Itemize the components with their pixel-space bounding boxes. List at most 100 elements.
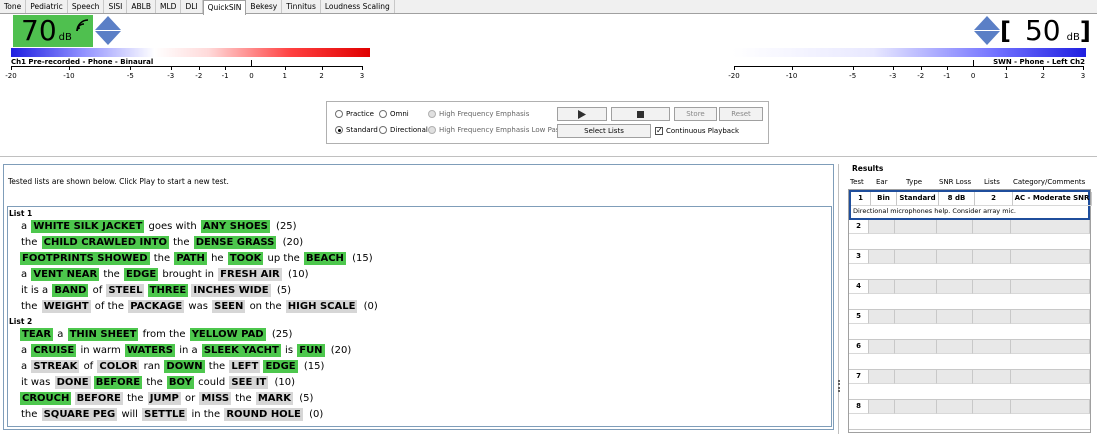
keyword[interactable]: EDGE xyxy=(263,360,298,373)
practice-radio[interactable]: Practice xyxy=(335,110,374,118)
stop-button[interactable] xyxy=(611,107,670,121)
keyword[interactable]: MISS xyxy=(199,392,232,405)
results-row[interactable]: 4 xyxy=(849,280,1090,310)
keyword[interactable]: SETTLE xyxy=(142,408,188,421)
sentence-lists[interactable]: List 1a WHITE SILK JACKET goes with ANY … xyxy=(7,206,832,427)
sentence-row[interactable]: FOOTPRINTS SHOWED the PATH he TOOK up th… xyxy=(8,251,831,267)
sentence-row[interactable]: CROUCH BEFORE the JUMP or MISS the MARK … xyxy=(8,391,831,407)
keyword[interactable]: WEIGHT xyxy=(41,300,91,313)
tab-ablb[interactable]: ABLB xyxy=(127,0,157,13)
tab-tone[interactable]: Tone xyxy=(0,0,27,13)
directional-radio[interactable]: Directional xyxy=(379,126,428,134)
results-row[interactable]: 8 xyxy=(849,400,1090,430)
keyword[interactable]: DENSE GRASS xyxy=(193,236,277,249)
results-row[interactable]: 7 xyxy=(849,370,1090,400)
sentence-row[interactable]: a CRUISE in warm WATERS in a SLEEK YACHT… xyxy=(8,343,831,359)
results-row[interactable]: 3 xyxy=(849,250,1090,280)
keyword[interactable]: HIGH SCALE xyxy=(285,300,358,313)
store-button[interactable]: Store xyxy=(674,107,717,121)
omni-radio[interactable]: Omni xyxy=(379,110,409,118)
keyword[interactable]: BEFORE xyxy=(93,376,143,389)
keyword[interactable]: TOOK xyxy=(227,252,264,265)
keyword[interactable]: CROUCH xyxy=(20,392,72,405)
keyword[interactable]: FUN xyxy=(297,344,325,357)
left-level-bar[interactable] xyxy=(11,48,370,57)
splitter-grip-icon[interactable] xyxy=(838,380,841,392)
tab-pediatric[interactable]: Pediatric xyxy=(26,0,68,13)
hfe-radio[interactable]: High Frequency Emphasis xyxy=(428,110,529,118)
keyword[interactable]: STREAK xyxy=(31,360,80,373)
keyword[interactable]: SLEEK YACHT xyxy=(201,344,281,357)
sentence-row[interactable]: it is a BAND of STEEL THREE INCHES WIDE … xyxy=(8,283,831,299)
tab-bekesy[interactable]: Bekesy xyxy=(246,0,283,13)
keyword[interactable]: FOOTPRINTS SHOWED xyxy=(20,252,150,265)
sentence-row[interactable]: TEAR a THIN SHEET from the YELLOW PAD (2… xyxy=(8,327,831,343)
results-row[interactable]: 6 xyxy=(849,340,1090,370)
keyword[interactable]: BEACH xyxy=(304,252,346,265)
sentence-row[interactable]: a VENT NEAR the EDGE brought in FRESH AI… xyxy=(8,267,831,283)
keyword[interactable]: THIN SHEET xyxy=(67,328,139,341)
keyword[interactable]: SEE IT xyxy=(229,376,269,389)
keyword[interactable]: DOWN xyxy=(164,360,205,373)
tab-sisi[interactable]: SISI xyxy=(104,0,128,13)
sentence-word: was xyxy=(188,301,208,312)
left-level-down-icon[interactable] xyxy=(95,31,121,45)
standard-radio[interactable]: Standard xyxy=(335,126,378,134)
vertical-splitter[interactable] xyxy=(838,164,841,434)
sentence-row[interactable]: it was DONE BEFORE the BOY could SEE IT … xyxy=(8,375,831,391)
keyword[interactable]: STEEL xyxy=(106,284,145,297)
keyword[interactable]: CRUISE xyxy=(31,344,77,357)
keyword[interactable]: BOY xyxy=(166,376,194,389)
right-level-bar[interactable] xyxy=(732,48,1086,57)
keyword[interactable]: VENT NEAR xyxy=(31,268,100,281)
keyword[interactable]: COLOR xyxy=(97,360,140,373)
tab-mld[interactable]: MLD xyxy=(156,0,182,13)
continuous-playback-checkbox[interactable]: ✓ Continuous Playback xyxy=(655,127,739,135)
results-cell-ear xyxy=(869,220,895,234)
keyword[interactable]: LEFT xyxy=(229,360,261,373)
sentence-row[interactable]: a STREAK of COLOR ran DOWN the LEFT EDGE… xyxy=(8,359,831,375)
keyword[interactable]: CHILD CRAWLED INTO xyxy=(41,236,169,249)
right-level-up-icon[interactable] xyxy=(974,16,1000,30)
tab-quicksin[interactable]: QuickSIN xyxy=(202,0,247,15)
keyword[interactable]: THREE xyxy=(147,284,189,297)
keyword[interactable]: YELLOW PAD xyxy=(189,328,266,341)
keyword[interactable]: ROUND HOLE xyxy=(224,408,303,421)
scale-tick xyxy=(68,66,70,70)
tab-tinnitus[interactable]: Tinnitus xyxy=(282,0,321,13)
hfe-lowpass-radio[interactable]: High Frequency Emphasis Low Pass xyxy=(428,126,563,134)
keyword[interactable]: TEAR xyxy=(20,328,54,341)
keyword[interactable]: PACKAGE xyxy=(128,300,185,313)
reset-button[interactable]: Reset xyxy=(719,107,763,121)
sentence-row[interactable]: a WHITE SILK JACKET goes with ANY SHOES … xyxy=(8,219,831,235)
keyword[interactable]: SQUARE PEG xyxy=(41,408,118,421)
tab-loudness-scaling[interactable]: Loudness Scaling xyxy=(321,0,395,13)
tab-dli[interactable]: DLI xyxy=(181,0,203,13)
sentence-row[interactable]: the SQUARE PEG will SETTLE in the ROUND … xyxy=(8,407,831,423)
keyword[interactable]: WHITE SILK JACKET xyxy=(31,220,145,233)
results-table[interactable]: 1 Bin Standard 8 dB 2 AC - Moderate SNR Direct… xyxy=(848,189,1092,433)
keyword[interactable]: EDGE xyxy=(124,268,159,281)
keyword[interactable]: WATERS xyxy=(124,344,176,357)
keyword[interactable]: BAND xyxy=(52,284,89,297)
keyword[interactable]: INCHES WIDE xyxy=(191,284,271,297)
tab-speech[interactable]: Speech xyxy=(68,0,105,13)
results-row[interactable]: 2 xyxy=(849,220,1090,250)
sentence-row[interactable]: the WEIGHT of the PACKAGE was SEEN on th… xyxy=(8,299,831,315)
keyword[interactable]: PATH xyxy=(174,252,207,265)
keyword[interactable]: MARK xyxy=(255,392,293,405)
left-level-up-icon[interactable] xyxy=(95,16,121,30)
sentence-word: the xyxy=(21,237,38,248)
play-button[interactable] xyxy=(557,107,607,121)
keyword[interactable]: ANY SHOES xyxy=(200,220,270,233)
keyword[interactable]: BEFORE xyxy=(74,392,123,405)
keyword[interactable]: FRESH AIR xyxy=(218,268,282,281)
sentence-row[interactable]: the CHILD CRAWLED INTO the DENSE GRASS (… xyxy=(8,235,831,251)
keyword[interactable]: JUMP xyxy=(147,392,181,405)
results-row[interactable]: 1 Bin Standard 8 dB 2 AC - Moderate SNR Direct… xyxy=(849,190,1092,220)
keyword[interactable]: SEEN xyxy=(212,300,246,313)
results-row[interactable]: 5 xyxy=(849,310,1090,340)
keyword[interactable]: DONE xyxy=(54,376,91,389)
right-level-down-icon[interactable] xyxy=(974,31,1000,45)
select-lists-button[interactable]: Select Lists xyxy=(557,124,651,138)
